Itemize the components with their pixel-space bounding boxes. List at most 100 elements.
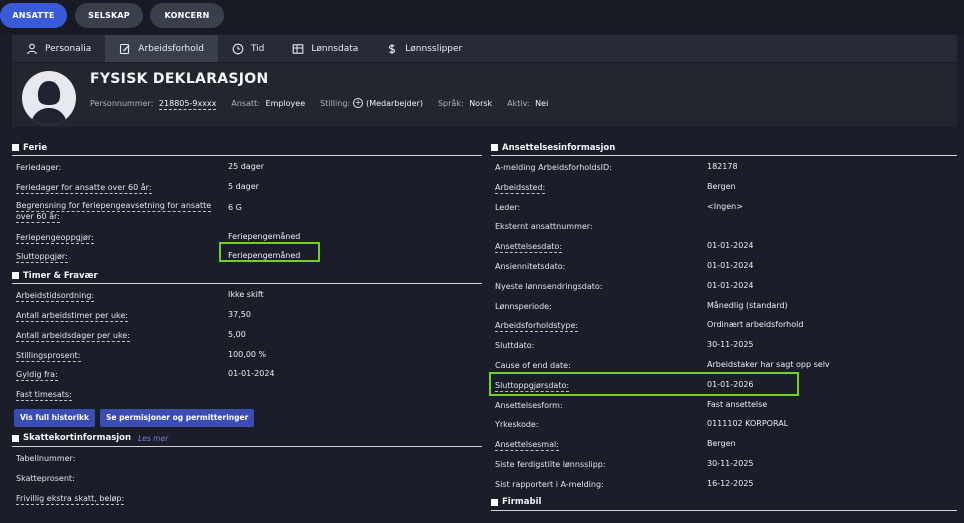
section-ferie-title: Ferie xyxy=(23,142,48,153)
tab-arbeidsforhold-label: Arbeidsforhold xyxy=(138,43,204,54)
timer-row: Stillingsprosent: 100,00 % xyxy=(12,344,482,364)
tab-personalia-label: Personalia xyxy=(45,43,92,54)
ansettelse-row: Sluttdato: 30-11-2025 xyxy=(491,334,957,354)
ansettelse-value: Bergen xyxy=(707,181,736,191)
skattekort-row: Skatteprosent: xyxy=(12,467,482,487)
stilling-label: Stilling: xyxy=(320,98,351,108)
ansettelse-row: Yrkeskode: 0111102 KORPORAL xyxy=(491,413,957,433)
ansettelse-value: Månedlig (standard) xyxy=(707,300,788,310)
ansettelse-row: Cause of end date: Arbeidstaker har sagt… xyxy=(491,354,957,374)
tab-koncern[interactable]: KONCERN xyxy=(150,3,224,28)
personnummer-value[interactable]: 218805-9xxxx xyxy=(158,98,217,110)
top-navigation: ANSATTE SELSKAP KONCERN xyxy=(0,0,964,34)
permissions-button[interactable]: Se permisjoner og permitteringer xyxy=(100,408,255,427)
ansettelse-row: Lønnsperiode: Månedlig (standard) xyxy=(491,295,957,315)
ansettelse-row: Sist rapportert i A-melding: 16-12-2025 xyxy=(491,473,957,493)
timer-label[interactable]: Stillingsprosent: xyxy=(12,350,228,362)
ansettelse-value: 01-01-2024 xyxy=(707,260,754,270)
ansettelse-label[interactable]: Ansettelsesdato: xyxy=(491,241,707,254)
personnummer-label: Personnummer: xyxy=(90,98,154,108)
ansettelse-label[interactable]: Arbeidssted: xyxy=(491,182,707,194)
tab-personalia[interactable]: Personalia xyxy=(12,35,105,62)
ansettelse-row: Ansettelsesform: Fast ansettelse xyxy=(491,394,957,414)
timer-label[interactable]: Arbeidstidsordning: xyxy=(12,290,228,303)
ansettelse-label: Yrkeskode: xyxy=(495,420,539,430)
timer-label[interactable]: Antall arbeidstimer per uke: xyxy=(12,310,228,322)
ansettelse-value: 30-11-2025 xyxy=(707,458,754,468)
timer-row: Fast timesats: xyxy=(12,383,482,403)
avatar xyxy=(22,71,76,125)
ansettelse-label[interactable]: Sluttoppgjørsdato: xyxy=(491,380,707,392)
tab-arbeidsforhold[interactable]: Arbeidsforhold xyxy=(105,35,218,62)
table-icon xyxy=(293,43,304,54)
ansettelse-value: Arbeidstaker har sagt opp selv xyxy=(707,359,830,369)
left-column: Ferie Feriedager: 25 dager Feriedager fo… xyxy=(12,138,482,506)
timer-row: Gyldig fra: 01-01-2024 xyxy=(12,363,482,383)
section-ferie-header: Ferie xyxy=(12,138,482,156)
ansettelse-row: Nyeste lønnsendringsdato: 01-01-2024 xyxy=(491,275,957,295)
aktiv-group: Aktiv: Nei xyxy=(507,99,548,108)
ansettelse-row: Ansiennitetsdato: 01-01-2024 xyxy=(491,255,957,275)
timer-label[interactable]: Antall arbeidsdager per uke: xyxy=(12,330,228,342)
ansettelse-label: Ansiennitetsdato: xyxy=(495,261,566,271)
tab-lonnsdata-label: Lønnsdata xyxy=(311,43,359,54)
timer-label[interactable]: Gyldig fra: xyxy=(12,369,228,382)
ferie-row: Feriedager for ansatte over 60 år: 5 dag… xyxy=(12,176,482,196)
ferie-row: Feriepengeoppgjør: Feriepengemåned xyxy=(12,226,482,246)
section-timer-header: Timer & Fravær xyxy=(12,266,482,285)
employee-meta: Personnummer: 218805-9xxxx Ansatt: Emplo… xyxy=(90,98,548,110)
skattekort-label[interactable]: Frivillig ekstra skatt, beløp: xyxy=(12,493,228,505)
timer-label[interactable]: Fast timesats: xyxy=(12,389,228,402)
ansettelse-value: 182178 xyxy=(707,162,738,171)
tab-selskap[interactable]: SELSKAP xyxy=(75,3,143,28)
ferie-label[interactable]: Begrensning for feriepengeavsetning for … xyxy=(12,200,224,223)
section-square-icon xyxy=(12,144,19,151)
ansettelse-value: Ordinært arbeidsforhold xyxy=(707,320,804,330)
add-circle-icon[interactable]: + xyxy=(353,98,364,108)
sprak-value: Norsk xyxy=(469,98,493,108)
ansettelse-value: 01-01-2026 xyxy=(707,379,754,389)
tab-lonnsdata[interactable]: Lønnsdata xyxy=(278,35,372,62)
ansettelse-label: Nyeste lønnsendringsdato: xyxy=(495,281,603,291)
section-square-icon xyxy=(12,434,19,442)
show-history-button[interactable]: Vis full historikk xyxy=(14,408,96,427)
ansettelse-value: 01-01-2024 xyxy=(707,241,754,251)
ansettelse-label: Cause of end date: xyxy=(495,360,571,370)
timer-row: Arbeidstidsordning: Ikke skift xyxy=(12,284,482,304)
ansettelse-label[interactable]: Ansettelsesmal: xyxy=(491,439,707,452)
ansettelse-row: Sluttoppgjørsdato: 01-01-2026 xyxy=(489,371,957,396)
tab-lonnsslipper-label: Lønnsslipper xyxy=(405,43,463,54)
timer-row: Antall arbeidsdager per uke: 5,00 xyxy=(12,324,482,344)
timer-value: 100,00 % xyxy=(228,349,267,359)
ferie-value: Feriepengemåned xyxy=(228,251,301,261)
right-column: Ansettelsesinformasjon A-melding Arbeids… xyxy=(489,138,957,511)
ansettelse-row: Arbeidsforholdstype: Ordinært arbeidsfor… xyxy=(491,314,957,334)
read-more-link[interactable]: Les mer xyxy=(138,434,168,443)
skattekort-label: Tabellnummer: xyxy=(16,453,76,463)
ferie-label[interactable]: Feriedager for ansatte over 60 år: xyxy=(12,182,228,194)
ferie-row: Begrensning for feriepengeavsetning for … xyxy=(12,196,482,226)
tab-ansatte[interactable]: ANSATTE xyxy=(0,3,67,28)
ferie-row: Feriedager: 25 dager xyxy=(12,156,482,176)
timer-value: 5,00 xyxy=(228,329,246,339)
ferie-label[interactable]: Feriepengeoppgjør: xyxy=(12,232,228,244)
section-ansettelse-title: Ansettelsesinformasjon xyxy=(502,142,616,153)
ansettelse-value: Fast ansettelse xyxy=(707,399,768,409)
tab-lonnsslipper[interactable]: Lønnsslipper xyxy=(372,35,476,62)
section-square-icon xyxy=(491,144,498,151)
ansettelse-label: Sluttdato: xyxy=(495,341,535,351)
ansatt-value: Employee xyxy=(265,98,306,108)
ansettelse-label: Siste ferdigstilte lønnsslipp: xyxy=(495,459,606,469)
ansettelse-label[interactable]: Arbeidsforholdstype: xyxy=(491,320,707,333)
ansettelse-row: Arbeidssted: Bergen xyxy=(491,176,957,196)
ferie-label[interactable]: Sluttoppgjør: xyxy=(12,251,228,264)
clock-icon xyxy=(232,43,244,54)
tab-tid-label: Tid xyxy=(250,43,265,54)
ansatt-group: Ansatt: Employee xyxy=(231,99,305,108)
edit-document-icon xyxy=(120,43,130,54)
skattekort-label: Skatteprosent: xyxy=(16,473,75,483)
ansettelse-value: <Ingen> xyxy=(707,201,743,211)
aktiv-label: Aktiv: xyxy=(507,98,530,108)
tab-tid[interactable]: Tid xyxy=(218,35,278,62)
ferie-value: 25 dager xyxy=(228,162,264,171)
